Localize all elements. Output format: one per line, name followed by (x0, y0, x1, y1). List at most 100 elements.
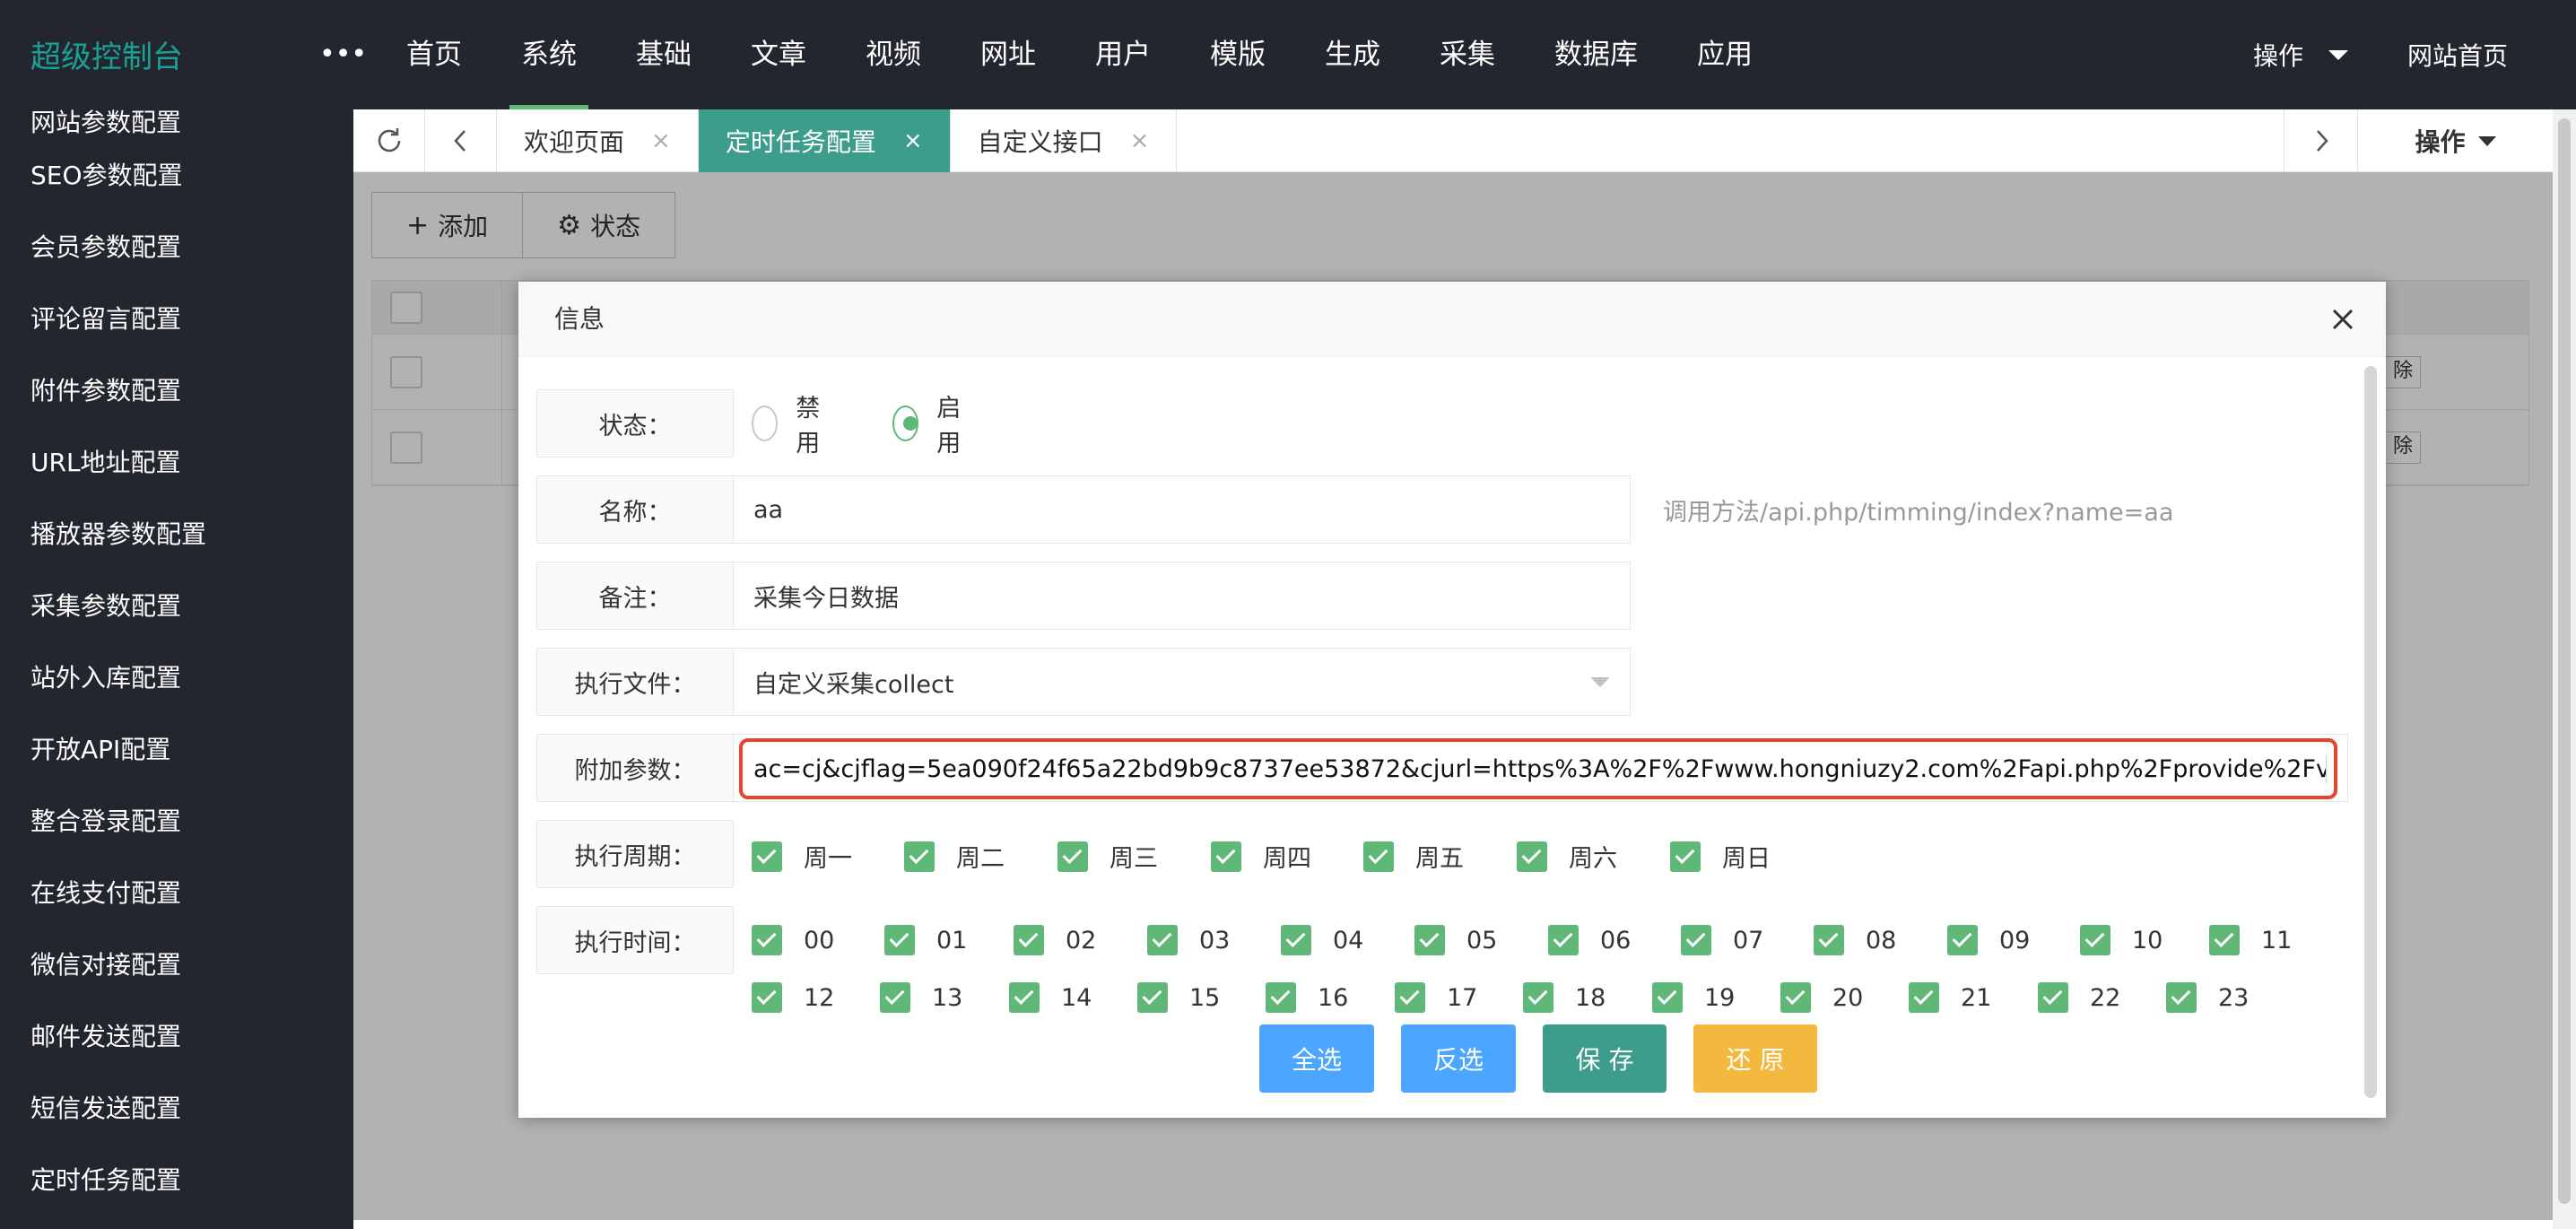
close-icon[interactable]: × (1130, 127, 1150, 154)
hour-checkbox[interactable]: 08 (1814, 925, 1896, 955)
checkbox-checked-icon[interactable] (752, 841, 782, 872)
nav-url[interactable]: 网址 (951, 0, 1066, 109)
reset-button[interactable]: 还 原 (1693, 1024, 1817, 1093)
app-logo[interactable]: 超级控制台 (30, 32, 183, 76)
hour-checkbox[interactable]: 01 (884, 925, 967, 955)
day-checkbox[interactable]: 周三 (1057, 839, 1158, 874)
invert-selection-button[interactable]: 反选 (1401, 1024, 1516, 1093)
checkbox-checked-icon[interactable] (880, 982, 910, 1013)
checkbox-checked-icon[interactable] (1414, 925, 1445, 955)
name-input[interactable]: aa (734, 475, 1631, 544)
checkbox-checked-icon[interactable] (884, 925, 915, 955)
hour-checkbox[interactable]: 05 (1414, 925, 1497, 955)
hour-checkbox[interactable]: 09 (1947, 925, 2030, 955)
sidebar-item-login[interactable]: 整合登录配置 (0, 786, 353, 858)
checkbox-checked-icon[interactable] (2166, 982, 2197, 1013)
checkbox-checked-icon[interactable] (1548, 925, 1579, 955)
checkbox-checked-icon[interactable] (1211, 841, 1241, 872)
hour-checkbox[interactable]: 10 (2080, 925, 2163, 955)
sidebar-item-timing[interactable]: 定时任务配置 (0, 1145, 353, 1216)
more-menu-button[interactable]: ••• (319, 32, 367, 77)
nav-system[interactable]: 系统 (492, 0, 606, 109)
checkbox-checked-icon[interactable] (1363, 841, 1394, 872)
tab-custom-api[interactable]: 自定义接口 × (951, 109, 1178, 172)
hour-checkbox[interactable]: 00 (752, 925, 834, 955)
tab-timing-config[interactable]: 定时任务配置 × (698, 109, 951, 172)
checkbox-checked-icon[interactable] (1014, 925, 1044, 955)
checkbox-checked-icon[interactable] (1909, 982, 1939, 1013)
day-checkbox[interactable]: 周四 (1211, 839, 1311, 874)
checkbox-checked-icon[interactable] (1523, 982, 1553, 1013)
sidebar-item-import[interactable]: 站外入库配置 (0, 642, 353, 714)
hour-checkbox[interactable]: 13 (880, 982, 962, 1013)
sidebar-item-seo[interactable]: SEO参数配置 (0, 140, 353, 212)
hour-checkbox[interactable]: 14 (1009, 982, 1092, 1013)
file-select[interactable]: 自定义采集collect (734, 648, 1631, 716)
checkbox-checked-icon[interactable] (1395, 982, 1425, 1013)
tab-operation-dropdown[interactable]: 操作 (2357, 109, 2553, 172)
page-scrollbar[interactable] (2553, 109, 2576, 1229)
nav-home[interactable]: 首页 (377, 0, 492, 109)
tab-welcome[interactable]: 欢迎页面 × (497, 109, 699, 172)
checkbox-checked-icon[interactable] (1147, 925, 1178, 955)
hour-checkbox[interactable]: 22 (2038, 982, 2120, 1013)
close-icon[interactable]: × (903, 127, 923, 154)
checkbox-checked-icon[interactable] (1281, 925, 1311, 955)
sidebar-item-attachment[interactable]: 附件参数配置 (0, 355, 353, 427)
refresh-button[interactable] (353, 109, 425, 172)
hour-checkbox[interactable]: 15 (1137, 982, 1220, 1013)
nav-database[interactable]: 数据库 (1525, 0, 1667, 109)
day-checkbox[interactable]: 周二 (904, 839, 1005, 874)
scrollbar-thumb[interactable] (2558, 118, 2571, 1204)
radio-enabled[interactable]: 启用 (892, 388, 970, 458)
checkbox-checked-icon[interactable] (1947, 925, 1978, 955)
hour-checkbox[interactable]: 11 (2209, 925, 2292, 955)
checkbox-checked-icon[interactable] (2209, 925, 2240, 955)
remark-input[interactable]: 采集今日数据 (734, 562, 1631, 630)
param-input[interactable]: ac=cj&cjflag=5ea090f24f65a22bd9b9c8737ee… (739, 738, 2337, 799)
sidebar-item-sms[interactable]: 短信发送配置 (0, 1073, 353, 1145)
checkbox-checked-icon[interactable] (1266, 982, 1296, 1013)
checkbox-checked-icon[interactable] (1057, 841, 1088, 872)
close-icon[interactable] (2327, 303, 2359, 336)
radio-circle[interactable] (752, 405, 779, 441)
hour-checkbox[interactable]: 04 (1281, 925, 1363, 955)
hour-checkbox[interactable]: 19 (1652, 982, 1735, 1013)
sidebar-item-wechat[interactable]: 微信对接配置 (0, 929, 353, 1001)
nav-user[interactable]: 用户 (1066, 0, 1180, 109)
hour-checkbox[interactable]: 02 (1014, 925, 1096, 955)
checkbox-checked-icon[interactable] (1652, 982, 1683, 1013)
hour-checkbox[interactable]: 06 (1548, 925, 1631, 955)
day-checkbox[interactable]: 周五 (1363, 839, 1464, 874)
sidebar-item-comment[interactable]: 评论留言配置 (0, 283, 353, 355)
hour-checkbox[interactable]: 03 (1147, 925, 1230, 955)
nav-apps[interactable]: 应用 (1667, 0, 1782, 109)
save-button[interactable]: 保 存 (1543, 1024, 1667, 1093)
checkbox-checked-icon[interactable] (1681, 925, 1711, 955)
checkbox-checked-icon[interactable] (1137, 982, 1168, 1013)
dialog-scrollbar[interactable] (2364, 366, 2377, 1098)
radio-disabled[interactable]: 禁用 (752, 388, 830, 458)
hour-checkbox[interactable]: 17 (1395, 982, 1477, 1013)
nav-template[interactable]: 模版 (1180, 0, 1295, 109)
checkbox-checked-icon[interactable] (2080, 925, 2110, 955)
sidebar-item-email[interactable]: 邮件发送配置 (0, 1001, 353, 1073)
sidebar-item-url[interactable]: URL地址配置 (0, 427, 353, 499)
hour-checkbox[interactable]: 16 (1266, 982, 1348, 1013)
day-checkbox[interactable]: 周日 (1670, 839, 1771, 874)
nav-video[interactable]: 视频 (836, 0, 951, 109)
tab-scroll-right-button[interactable] (2284, 109, 2357, 172)
checkbox-checked-icon[interactable] (752, 925, 782, 955)
sidebar-item-open-api[interactable]: 开放API配置 (0, 714, 353, 786)
checkbox-checked-icon[interactable] (1670, 841, 1701, 872)
operation-dropdown[interactable]: 操作 (2226, 37, 2375, 73)
hour-checkbox[interactable]: 18 (1523, 982, 1606, 1013)
sidebar-item-site-params[interactable]: 网站参数配置 (0, 109, 353, 140)
checkbox-checked-icon[interactable] (1009, 982, 1040, 1013)
hour-checkbox[interactable]: 07 (1681, 925, 1763, 955)
checkbox-checked-icon[interactable] (2038, 982, 2068, 1013)
nav-basic[interactable]: 基础 (606, 0, 721, 109)
checkbox-checked-icon[interactable] (1780, 982, 1811, 1013)
sidebar-item-member[interactable]: 会员参数配置 (0, 212, 353, 283)
sidebar-item-player[interactable]: 播放器参数配置 (0, 499, 353, 571)
